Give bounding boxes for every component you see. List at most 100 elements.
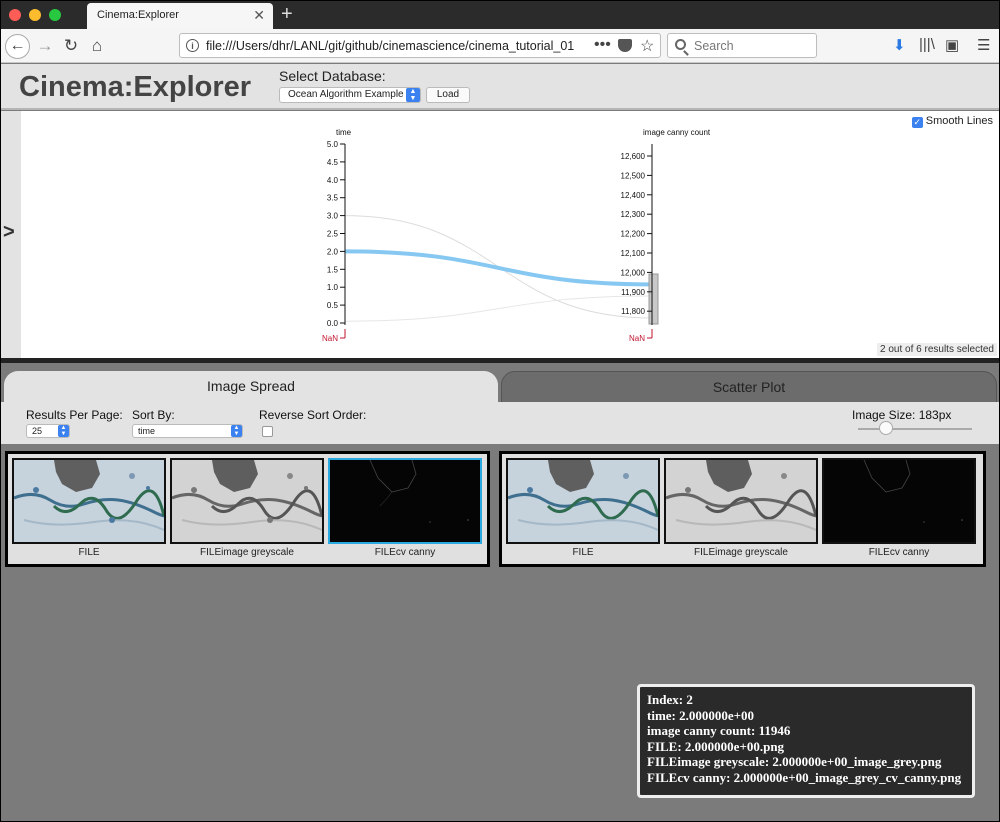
load-button[interactable]: Load [426, 87, 470, 103]
tab-title: Cinema:Explorer [97, 9, 179, 21]
thumbnail-greyscale[interactable] [170, 458, 324, 544]
sort-by-select[interactable]: time ▲ ▼ [132, 424, 243, 438]
image-size-slider-knob[interactable] [879, 421, 893, 435]
time-axis[interactable]: time 5.0 4.5 4.0 3.5 3.0 2.5 2.0 1.5 1.0 0.5 0.0 NaN [322, 128, 352, 343]
sort-by-value: time [138, 426, 156, 436]
thumbnail-label: FILEcv canny [868, 547, 930, 558]
tick-label: 0.5 [327, 301, 339, 310]
highlighted-line[interactable] [344, 249, 653, 287]
menu-icon[interactable]: ☰ [977, 36, 990, 54]
download-icon[interactable]: ⬇ [893, 36, 906, 54]
thumbnail-label: FILE [78, 547, 100, 558]
library-icon[interactable]: |||\ [919, 36, 935, 53]
reverse-sort-checkbox[interactable] [262, 426, 273, 437]
results-per-page-label: Results Per Page: [26, 408, 123, 422]
tab-scatter-plot[interactable]: Scatter Plot [501, 371, 997, 403]
close-window-button[interactable] [9, 9, 21, 21]
ocean-canny-thumbnail [824, 460, 974, 542]
tick-label: 12,400 [621, 191, 646, 200]
back-arrow-icon[interactable]: ← [5, 34, 30, 59]
image-spread-controls: Results Per Page: 25 ▲ ▼ Sort By: time ▲ ▼… [1, 402, 999, 444]
app-title: Cinema:Explorer [19, 71, 252, 103]
tick-label: 11,900 [621, 288, 645, 297]
info-icon[interactable]: i [186, 39, 199, 52]
tick-label: 12,300 [621, 210, 646, 219]
image-size-slider-track[interactable] [858, 428, 972, 430]
thumbnail-file[interactable] [12, 458, 166, 544]
tab-close-icon[interactable]: ✕ [253, 7, 265, 24]
sidebar-icon[interactable]: ▣ [945, 36, 959, 54]
nan-label: NaN [629, 334, 645, 343]
tick-label: 4.0 [327, 176, 339, 185]
tick-label: 12,600 [621, 152, 646, 161]
results-selected-count: 2 out of 6 results selected [877, 343, 997, 356]
smooth-lines-toggle[interactable]: ✓ Smooth Lines [911, 115, 993, 128]
search-placeholder: Search [694, 39, 734, 53]
ocean-color-thumbnail [14, 460, 164, 542]
image-size-label: Image Size: 183px [852, 408, 952, 422]
tick-label: 12,100 [621, 249, 646, 258]
axis-brush [648, 273, 659, 325]
tick-label: 5.0 [327, 140, 339, 149]
tick-label: 11,800 [621, 307, 645, 316]
parallel-coordinates-panel: time 5.0 4.5 4.0 3.5 3.0 2.5 2.0 1.5 1.0 0.5 0.0 NaN… [1, 111, 999, 358]
tab-image-spread[interactable]: Image Spread [4, 371, 498, 403]
search-input[interactable]: Search [667, 33, 817, 58]
tooltip-file: FILE: 2.000000e+00.png [647, 738, 785, 754]
tooltip-index: Index: 2 [647, 692, 693, 707]
sort-by-label: Sort By: [132, 408, 175, 422]
axis-label: time [336, 128, 352, 137]
thumbnail-canny[interactable] [328, 458, 482, 544]
select-database-label: Select Database: [279, 68, 386, 84]
result-tooltip: Index: 2 time: 2.000000e+00 image canny … [637, 684, 975, 798]
tick-label: 0.0 [327, 319, 339, 328]
home-icon[interactable]: ⌂ [85, 34, 109, 58]
minimize-window-button[interactable] [29, 9, 41, 21]
checkbox-checked-icon[interactable]: ✓ [911, 117, 923, 128]
image-canny-count-axis[interactable]: image canny count 12,600 12,500 12,400 12,30… [621, 128, 711, 343]
tooltip-greyscale-file: FILEimage greyscale: 2.000000e+00_image_… [647, 754, 942, 769]
zoom-window-button[interactable] [49, 9, 61, 21]
tooltip-canny-file: FILEcv canny: 2.000000e+00_image_grey_cv… [647, 769, 962, 785]
tooltip-time: time: 2.000000e+00 [647, 707, 755, 723]
ocean-color-thumbnail [508, 460, 658, 542]
browser-toolbar: ← → ↻ ⌂ i file:///Users/dhr/LANL/git/git… [1, 29, 999, 63]
app-header: Cinema:Explorer Select Database: Ocean A… [1, 64, 999, 110]
select-arrows-icon: ▲ ▼ [231, 425, 242, 437]
forward-arrow-icon[interactable]: → [33, 34, 57, 58]
view-tabs: Image Spread Scatter Plot Results Per Pa… [1, 363, 999, 445]
tick-label: 12,500 [621, 171, 646, 180]
ocean-greyscale-thumbnail [172, 460, 322, 542]
database-select[interactable]: Ocean Algorithm Example ▲ ▼ [279, 87, 421, 103]
thumbnail-greyscale[interactable] [664, 458, 818, 544]
pocket-icon[interactable] [618, 39, 632, 52]
smooth-lines-label: Smooth Lines [925, 115, 993, 127]
tick-label: 12,000 [621, 268, 646, 277]
tick-label: 12,200 [621, 230, 646, 239]
results-per-page-value: 25 [32, 426, 43, 436]
thumbnail-canny[interactable] [822, 458, 976, 544]
bookmark-star-icon[interactable]: ☆ [640, 36, 654, 56]
search-icon [675, 39, 686, 50]
ocean-canny-thumbnail [330, 460, 480, 542]
results-per-page-select[interactable]: 25 ▲ ▼ [26, 424, 70, 438]
axis-label: image canny count [643, 128, 711, 137]
expand-panel-toggle[interactable]: > [3, 221, 15, 244]
thumbnail-file[interactable] [506, 458, 660, 544]
database-select-value: Ocean Algorithm Example [288, 89, 404, 100]
tick-label: 1.5 [327, 265, 339, 274]
browser-tab[interactable]: Cinema:Explorer ✕ [87, 3, 273, 29]
new-tab-icon[interactable]: + [281, 3, 293, 26]
reload-icon[interactable]: ↻ [59, 34, 83, 58]
url-text[interactable]: file:///Users/dhr/LANL/git/github/cinema… [206, 39, 586, 53]
parallel-coordinates-chart: time 5.0 4.5 4.0 3.5 3.0 2.5 2.0 1.5 1.0 0.5 0.0 NaN… [322, 128, 711, 343]
tick-label: 3.0 [327, 212, 339, 221]
result-item[interactable]: FILE FILEimage greyscale FILEcv canny [5, 451, 490, 567]
tick-label: 1.0 [327, 283, 339, 292]
page-actions-icon[interactable]: ••• [594, 36, 611, 54]
tick-label: 4.5 [327, 158, 339, 167]
reverse-sort-label: Reverse Sort Order: [259, 408, 367, 422]
thumbnail-label: FILEimage greyscale [694, 547, 788, 558]
url-bar[interactable]: i file:///Users/dhr/LANL/git/github/cine… [179, 33, 661, 58]
result-item[interactable]: FILE FILEimage greyscale FILEcv canny [499, 451, 986, 567]
